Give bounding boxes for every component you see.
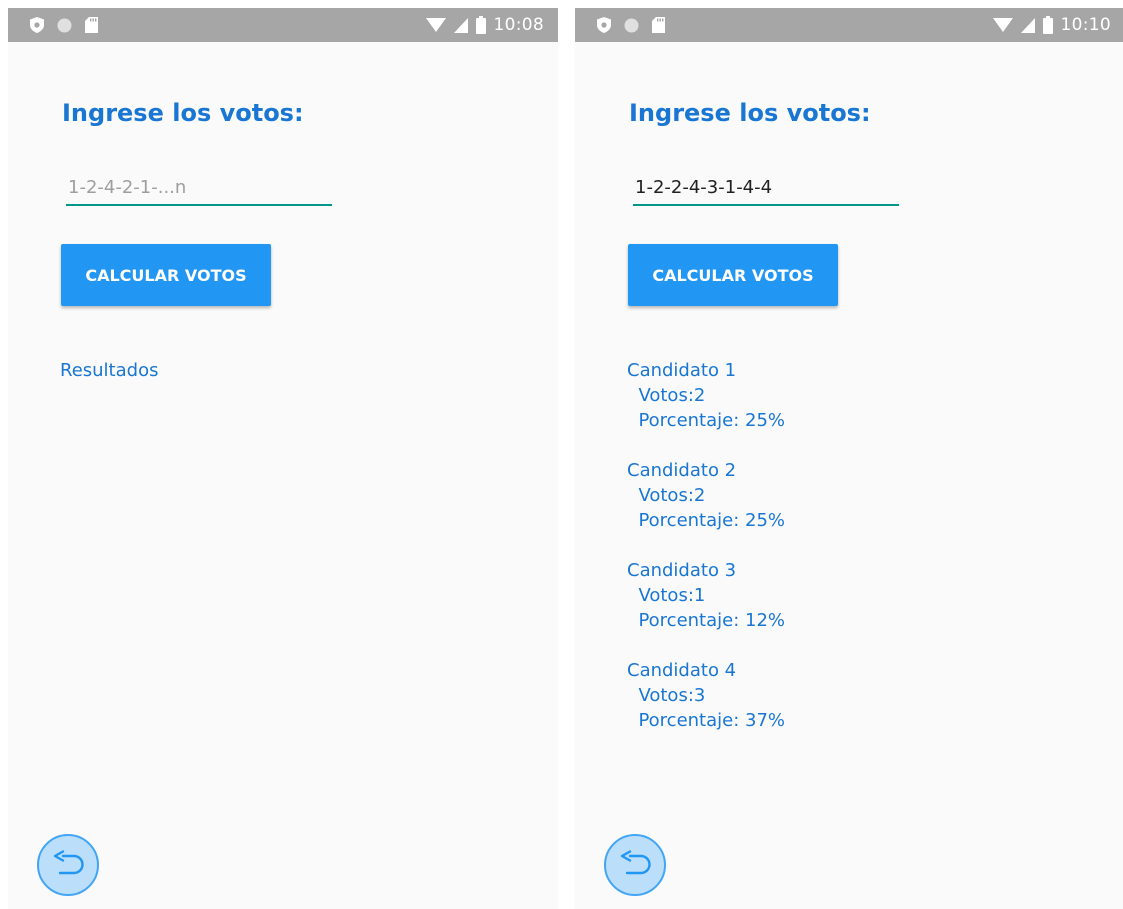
battery-icon [1042, 16, 1053, 34]
circle-icon [57, 18, 72, 32]
votes-input[interactable] [633, 170, 899, 206]
sd-card-icon [85, 17, 98, 33]
calculate-votes-button[interactable]: CALCULAR VOTOS [628, 244, 838, 306]
wifi-icon [425, 18, 446, 32]
phone-screen-right: 10:10 Ingrese los votos: CALCULAR VOTOS … [575, 8, 1123, 909]
page-title: Ingrese los votos: [62, 99, 304, 127]
undo-arrow-icon [620, 850, 651, 875]
wifi-icon [992, 18, 1013, 32]
results-text: Resultados [60, 360, 159, 381]
status-time: 10:10 [1060, 15, 1111, 35]
cell-signal-icon [1020, 17, 1035, 33]
results-text: Candidato 1 Votos:2 Porcentaje: 25% Cand… [627, 360, 786, 731]
back-button[interactable] [37, 834, 99, 896]
status-bar: 10:10 [575, 8, 1123, 42]
back-button[interactable] [604, 834, 666, 896]
page-title: Ingrese los votos: [629, 99, 871, 127]
sd-card-icon [652, 17, 665, 33]
undo-arrow-icon [53, 850, 84, 875]
votes-input[interactable] [66, 170, 332, 206]
calculate-votes-button[interactable]: CALCULAR VOTOS [61, 244, 271, 306]
status-bar: 10:08 [8, 8, 558, 42]
battery-icon [475, 16, 486, 34]
shield-icon [30, 17, 44, 33]
circle-icon [624, 18, 639, 32]
shield-icon [597, 17, 611, 33]
cell-signal-icon [453, 17, 468, 33]
status-time: 10:08 [493, 15, 544, 35]
phone-screen-left: 10:08 Ingrese los votos: CALCULAR VOTOS … [8, 8, 558, 909]
